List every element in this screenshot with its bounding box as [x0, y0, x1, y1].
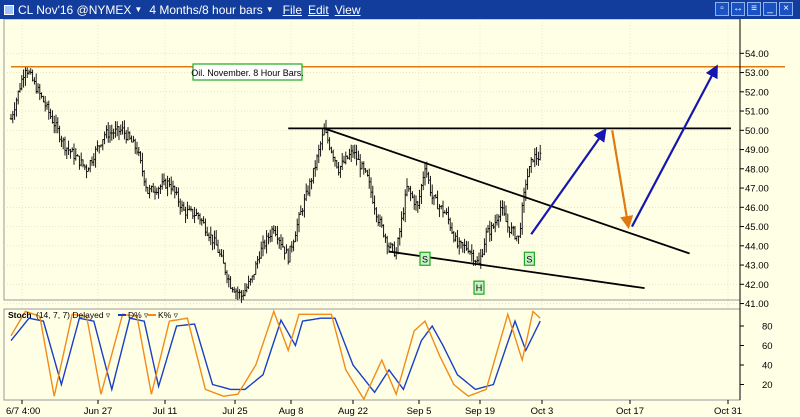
dropdown-chevron-icon[interactable]: ▼ [134, 5, 142, 14]
close-icon[interactable]: × [779, 2, 793, 16]
stoch-y-tick-label: 60 [762, 341, 773, 352]
x-tick-label: Oct 17 [616, 406, 644, 417]
pattern-marker-label: S [526, 254, 532, 264]
y-tick-label: 51.00 [745, 107, 769, 118]
x-tick-label: Jun 27 [84, 406, 113, 417]
dropdown-chevron-icon[interactable]: ▼ [266, 5, 274, 14]
stoch-y-tick-label: 80 [762, 322, 773, 333]
main-panel [3, 18, 741, 301]
y-tick-label: 43.00 [745, 261, 769, 272]
x-tick-label: Aug 22 [338, 406, 368, 417]
y-tick-label: 45.00 [745, 222, 769, 233]
title-symbol: CL Nov'16 @NYMEX [18, 2, 132, 17]
chart-window-icon[interactable] [4, 4, 14, 15]
stoch-panel-frame [3, 308, 741, 401]
stoch-params: (14, 7, 7) Delayed ▿ [36, 310, 111, 320]
y-tick-label: 41.00 [745, 299, 769, 310]
menu-view[interactable]: View [335, 3, 361, 17]
x-tick-label: Jul 25 [222, 406, 247, 417]
menu-edit[interactable]: Edit [308, 3, 329, 17]
x-tick-label: Oct 3 [531, 406, 554, 417]
y-tick-label: 52.00 [745, 87, 769, 98]
pattern-marker-label: S [422, 254, 428, 264]
x-tick-label: Aug 8 [279, 406, 304, 417]
price-panel-frame [3, 18, 741, 301]
stoch-k-label: K% ▿ [158, 310, 179, 320]
chart-window: { "window": { "title_symbol": "CL Nov'16… [0, 0, 800, 417]
y-tick-label: 46.00 [745, 203, 769, 214]
stoch-title: Stoch [8, 310, 32, 320]
y-tick-label: 47.00 [745, 184, 769, 195]
chart-annotation-label: Oil. November. 8 Hour Bars. [191, 68, 304, 78]
x-tick-label: Sep 5 [407, 406, 432, 417]
stochastic-panel: Stoch (14, 7, 7) Delayed ▿ D% ▿ K% ▿ [3, 308, 741, 401]
y-tick-label: 53.00 [745, 68, 769, 79]
y-tick-label: 50.00 [745, 126, 769, 137]
stoch-y-tick-label: 40 [762, 361, 773, 372]
settings-icon[interactable]: ≡ [747, 2, 761, 16]
y-tick-label: 42.00 [745, 280, 769, 291]
y-tick-label: 54.00 [745, 49, 769, 60]
restore-icon[interactable]: ▫ [715, 2, 729, 16]
chart-canvas: S S H Oil. November. 8 Hour Bars. Stoch (14,… [3, 18, 785, 417]
y-tick-label: 49.00 [745, 145, 769, 156]
y-tick-label: 44.00 [745, 241, 769, 252]
sync-icon[interactable]: ↔ [731, 2, 745, 16]
x-tick-label: Sep 19 [465, 406, 495, 417]
x-tick-label: Oct 31 [714, 406, 742, 417]
minimize-icon[interactable]: _ [763, 2, 777, 16]
menu-file[interactable]: File [283, 3, 302, 17]
stoch-d-label: D% ▿ [128, 310, 149, 320]
title-period: 4 Months/8 hour bars [149, 2, 263, 17]
stoch-y-tick-label: 20 [762, 380, 773, 391]
title-bar: CL Nov'16 @NYMEX ▼ 4 Months/8 hour bars … [0, 0, 800, 19]
pattern-marker-label: H [476, 283, 483, 293]
x-tick-label: 6/7 4:00 [6, 406, 40, 417]
x-tick-label: Jul 11 [153, 406, 178, 417]
y-tick-label: 48.00 [745, 164, 769, 175]
